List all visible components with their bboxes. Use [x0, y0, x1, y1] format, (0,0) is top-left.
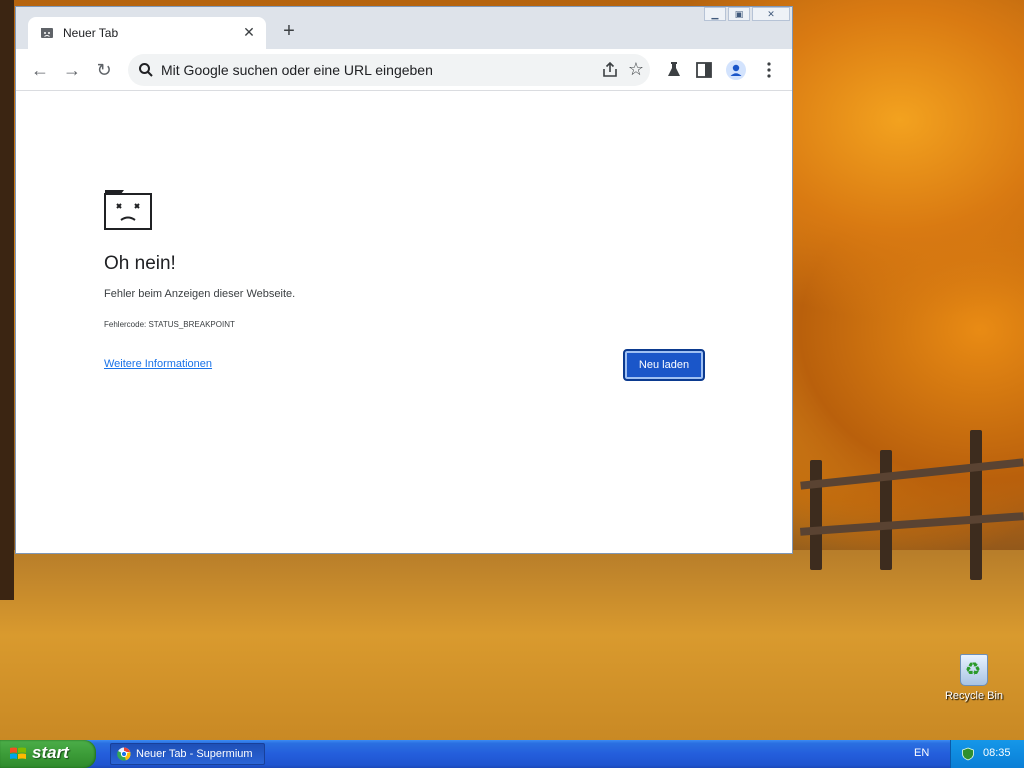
fence-post [880, 450, 892, 570]
fence-post [970, 430, 982, 580]
close-window-button[interactable]: ✕ [752, 7, 790, 21]
reload-icon[interactable]: ↻ [91, 57, 117, 83]
bookmark-star-icon[interactable]: ☆ [628, 59, 644, 79]
sad-tab-favicon-icon [41, 28, 53, 38]
address-bar-placeholder: Mit Google suchen oder eine URL eingeben [161, 62, 433, 78]
taskbar-item-browser[interactable]: Neuer Tab - Supermium [110, 743, 265, 765]
error-page: Oh nein! Fehler beim Anzeigen dieser Web… [16, 91, 792, 553]
browser-toolbar: ← → ↻ Mit Google suchen oder eine URL ei… [16, 49, 792, 91]
language-indicator[interactable]: EN [914, 747, 929, 759]
tab-title: Neuer Tab [63, 26, 119, 40]
system-tray: 08:35 [950, 740, 1024, 768]
start-label: start [32, 743, 69, 762]
desktop-icon-label: Recycle Bin [944, 690, 1004, 702]
desktop-icon-recycle-bin[interactable]: Recycle Bin [944, 654, 1004, 702]
reload-button[interactable]: Neu laden [623, 349, 705, 381]
browser-window: Neuer Tab ✕ + ▁ ▣ ✕ ← → ↻ Mit Google suc… [15, 6, 793, 554]
clock: 08:35 [983, 747, 1011, 759]
back-arrow-icon[interactable]: ← [27, 57, 53, 83]
more-menu-icon[interactable] [759, 60, 779, 80]
side-panel-icon[interactable] [694, 60, 714, 80]
restore-button[interactable]: ▣ [728, 7, 750, 21]
tab-neuer-tab[interactable]: Neuer Tab ✕ [28, 17, 266, 49]
more-info-link[interactable]: Weitere Informationen [104, 358, 212, 370]
wallpaper-tree-trunk [0, 0, 14, 600]
new-tab-button[interactable]: + [278, 21, 300, 43]
windows-logo-icon [10, 747, 26, 759]
error-heading: Oh nein! [104, 253, 176, 274]
wallpaper-fence [799, 430, 1024, 580]
taskbar: start Neuer Tab - Supermium EN 08:35 [0, 740, 1024, 768]
start-button[interactable]: start [0, 740, 96, 768]
sad-folder-icon [104, 190, 152, 230]
fence-rail [799, 512, 1024, 536]
security-shield-icon[interactable] [961, 747, 975, 761]
window-controls: ▁ ▣ ✕ [704, 7, 790, 23]
search-icon [139, 63, 153, 77]
labs-flask-icon[interactable] [664, 60, 684, 80]
profile-avatar-icon[interactable] [726, 60, 746, 80]
taskbar-item-label: Neuer Tab - Supermium [136, 748, 253, 760]
address-bar[interactable]: Mit Google suchen oder eine URL eingeben… [128, 54, 650, 86]
minimize-button[interactable]: ▁ [704, 7, 726, 21]
forward-arrow-icon[interactable]: → [59, 57, 85, 83]
share-icon[interactable] [600, 60, 620, 80]
tab-strip: Neuer Tab ✕ + ▁ ▣ ✕ [16, 7, 792, 49]
fence-post [810, 460, 822, 570]
recycle-bin-icon [960, 654, 988, 686]
tab-close-icon[interactable]: ✕ [240, 23, 258, 41]
error-message: Fehler beim Anzeigen dieser Webseite. [104, 288, 296, 300]
browser-icon [117, 747, 131, 761]
fence-rail [800, 458, 1024, 490]
error-code: Fehlercode: STATUS_BREAKPOINT [104, 320, 235, 329]
